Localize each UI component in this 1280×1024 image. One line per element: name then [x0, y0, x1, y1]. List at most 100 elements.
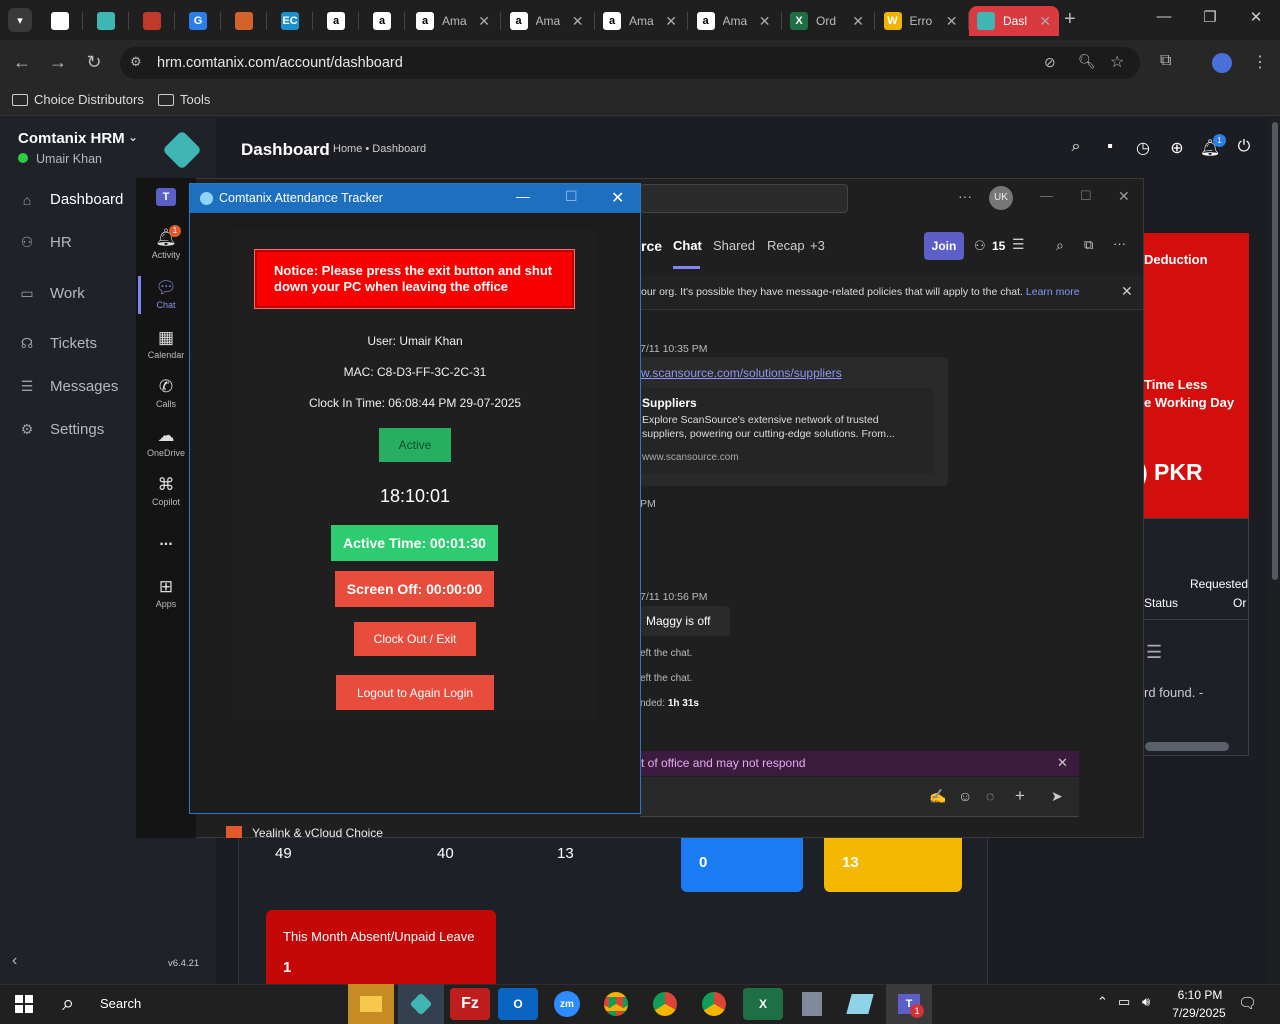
teams-taskbar-icon[interactable]: T	[886, 984, 932, 1024]
participants-icon[interactable]: ⚇	[974, 238, 986, 254]
bookmark-tools[interactable]: Tools	[158, 92, 210, 107]
tracker-maximize[interactable]: ☐	[565, 188, 578, 205]
chrome-icon[interactable]	[694, 988, 734, 1020]
bookmark-choice-distributors[interactable]: Choice Distributors	[12, 92, 144, 107]
url-text[interactable]: hrm.comtanix.com/account/dashboard	[157, 55, 403, 71]
nav-work[interactable]: ▭ Work	[18, 285, 84, 302]
zoom-icon[interactable]: 🔍︎	[1078, 53, 1096, 70]
rail-apps[interactable]: ⊞ Apps	[136, 577, 196, 609]
browser-tab[interactable]: Dasl ✕	[969, 6, 1059, 36]
power-icon[interactable]: ⏻	[1233, 138, 1255, 156]
nav-dashboard[interactable]: ⌂ Dashboard	[18, 191, 124, 208]
extensions-icon[interactable]: ⧉	[1160, 52, 1171, 70]
app-icon[interactable]	[840, 988, 880, 1020]
page-scrollbar[interactable]	[1272, 122, 1278, 580]
notification-center-icon[interactable]: 🗨︎	[1238, 994, 1257, 1012]
join-button[interactable]: Join	[924, 232, 964, 260]
avatar[interactable]: UK	[989, 186, 1013, 210]
clock-out-button[interactable]: Clock Out / Exit	[354, 622, 476, 656]
minimize-button[interactable]: —	[1144, 8, 1184, 25]
taskbar-date[interactable]: 7/29/2025	[1164, 1006, 1234, 1020]
zoom-icon[interactable]: zm	[547, 988, 587, 1020]
message-link[interactable]: w.scansource.com/solutions/suppliers	[641, 366, 842, 380]
windows-start-icon[interactable]	[15, 995, 33, 1013]
close-banner-icon[interactable]: ✕	[1121, 283, 1133, 300]
back-icon[interactable]: ←	[10, 52, 34, 73]
rail-more[interactable]: ...	[136, 532, 196, 550]
nav-tickets[interactable]: ☊ Tickets	[18, 335, 97, 352]
filezilla-icon[interactable]: Fz	[450, 988, 490, 1020]
taskbar-time[interactable]: 6:10 PM	[1174, 988, 1226, 1002]
taskbar-search[interactable]: ⌕ Search	[52, 986, 347, 1022]
tray-chevron-icon[interactable]: ⌃	[1097, 994, 1108, 1010]
reload-icon[interactable]: ↻	[82, 52, 106, 73]
org-name[interactable]: Comtanix HRM	[18, 130, 125, 147]
forward-icon[interactable]: →	[46, 52, 70, 73]
chrome-icon[interactable]	[645, 988, 685, 1020]
outlook-icon[interactable]: O	[498, 988, 538, 1020]
rail-copilot[interactable]: ⌘ Copilot	[136, 475, 196, 507]
teams-maximize[interactable]: ☐	[1080, 188, 1092, 204]
search-icon[interactable]: ⌕	[1065, 138, 1087, 156]
browser-tab[interactable]	[224, 6, 264, 36]
close-tab-icon[interactable]: ✕	[1039, 13, 1051, 30]
more-options-icon[interactable]: ···	[1113, 236, 1126, 251]
rail-chat[interactable]: 💬︎ Chat	[136, 278, 196, 310]
logout-button[interactable]: Logout to Again Login	[336, 675, 494, 710]
rail-calls[interactable]: ✆ Calls	[136, 377, 196, 409]
browser-tab[interactable]: a Ama ✕	[595, 6, 685, 36]
chrome-icon[interactable]	[596, 988, 636, 1020]
nav-hr[interactable]: ⚇ HR	[18, 234, 72, 251]
notes-icon[interactable]: ▪	[1099, 138, 1121, 156]
popout-icon[interactable]: ⧉	[1084, 237, 1093, 253]
teams-search-box[interactable]	[640, 184, 848, 213]
compose-box[interactable]	[640, 777, 1079, 817]
excel-icon[interactable]: X	[743, 988, 783, 1020]
tracking-protection-icon[interactable]: ⊘	[1044, 54, 1056, 71]
close-tab-icon[interactable]: ✕	[572, 13, 584, 30]
participants-count[interactable]: 15	[992, 239, 1005, 253]
browser-tab[interactable]	[86, 6, 126, 36]
tab-search-button[interactable]: ▾	[8, 8, 32, 32]
send-icon[interactable]: ➤	[1051, 788, 1063, 805]
chevron-down-icon[interactable]: ⌄	[128, 130, 138, 144]
browser-tab[interactable]: a Ama ✕	[408, 6, 498, 36]
breadcrumb[interactable]: Home • Dashboard	[333, 143, 426, 155]
close-window-button[interactable]: ✕	[1236, 8, 1276, 26]
browser-menu-icon[interactable]: ⋮	[1252, 52, 1268, 72]
tab-more[interactable]: +3	[810, 238, 825, 253]
browser-tab[interactable]: a Ama ✕	[502, 6, 592, 36]
nav-settings[interactable]: ⚙ Settings	[18, 421, 104, 438]
browser-tab[interactable]: EC	[270, 6, 310, 36]
table-scrollbar[interactable]	[1145, 742, 1229, 751]
emoji-icon[interactable]: ☺	[958, 788, 972, 804]
comtanix-app-icon[interactable]	[398, 984, 444, 1024]
teams-minimize[interactable]: —	[1040, 188, 1053, 203]
format-icon[interactable]: ✍	[929, 788, 946, 805]
close-tab-icon[interactable]: ✕	[852, 13, 864, 30]
nav-messages[interactable]: ☰ Messages	[18, 378, 119, 395]
tracker-minimize[interactable]: —	[516, 188, 530, 204]
bookmark-star-icon[interactable]: ☆	[1110, 52, 1124, 72]
collapse-sidebar-icon[interactable]: ‹	[12, 952, 17, 970]
site-info-icon[interactable]: ⚙	[130, 54, 142, 70]
calculator-icon[interactable]	[792, 988, 832, 1020]
browser-tab[interactable]: a	[316, 6, 356, 36]
clock-icon[interactable]: ◷	[1132, 138, 1154, 158]
loop-icon[interactable]: ◌	[986, 788, 994, 804]
new-tab-button[interactable]: +	[1064, 8, 1076, 31]
list-icon[interactable]: ☰	[1012, 236, 1025, 253]
learn-more-link[interactable]: Learn more	[1026, 286, 1080, 298]
close-tab-icon[interactable]: ✕	[759, 13, 771, 30]
search-icon[interactable]: ⌕	[1056, 237, 1064, 254]
teams-close[interactable]: ✕	[1118, 188, 1130, 205]
rail-onedrive[interactable]: ☁ OneDrive	[136, 426, 196, 458]
browser-tab[interactable]	[40, 6, 80, 36]
browser-tab[interactable]: a Ama ✕	[689, 6, 779, 36]
attach-icon[interactable]: +	[1015, 786, 1025, 806]
browser-tab[interactable]: W Erro ✕	[876, 6, 966, 36]
profile-avatar[interactable]	[1212, 53, 1232, 73]
close-tab-icon[interactable]: ✕	[478, 13, 490, 30]
add-icon[interactable]: ⊕	[1166, 138, 1188, 158]
chat-list-item[interactable]: Yealink & vCloud Choice	[226, 826, 446, 838]
